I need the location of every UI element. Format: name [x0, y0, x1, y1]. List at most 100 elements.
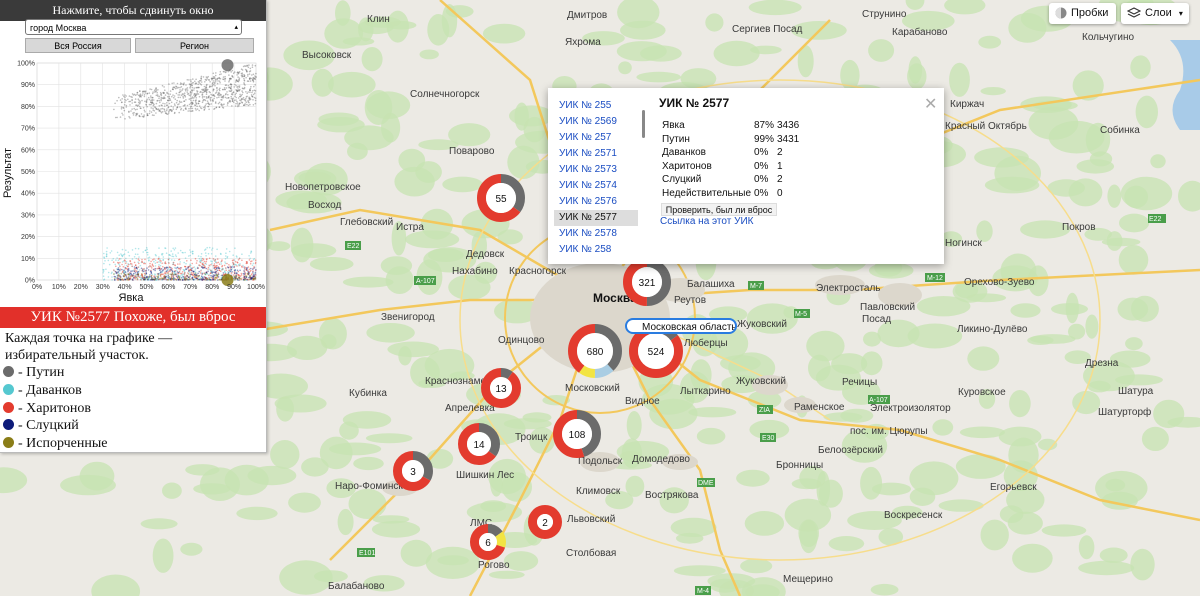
scatter-point [152, 265, 155, 267]
scatter-point [214, 277, 216, 280]
scatter-point [238, 276, 240, 278]
scatter-point [190, 80, 192, 83]
scatter-point [166, 91, 168, 94]
uik-list-item[interactable]: УИК № 2573 [554, 162, 638, 178]
cluster-marker[interactable]: 108 [553, 410, 601, 458]
svg-text:Домодедово: Домодедово [632, 454, 690, 465]
scatter-point [254, 99, 257, 102]
uik-list-item-selected[interactable]: УИК № 2577 [554, 210, 638, 226]
scatter-point [241, 253, 243, 255]
scatter-point [170, 276, 173, 278]
check-fraud-button[interactable]: Проверить, был ли вброс [661, 203, 777, 216]
scatter-point [212, 258, 215, 260]
scatter-point [167, 258, 170, 261]
x-tick-label: 90% [227, 284, 241, 291]
scatter-point [239, 263, 241, 265]
scatter-point [107, 276, 110, 278]
scatter-point [220, 104, 223, 107]
tab-all-russia[interactable]: Вся Россия [25, 38, 131, 53]
scatter-point [212, 72, 215, 75]
uik-list-item[interactable]: УИК № 2574 [554, 178, 638, 194]
scatter-point [157, 258, 160, 260]
cluster-marker[interactable]: 14 [458, 423, 500, 465]
scatter-point [159, 101, 161, 104]
forest-patch [1008, 13, 1047, 43]
cluster-marker[interactable]: 680 [568, 324, 622, 378]
scatter-point [183, 94, 186, 96]
scatter-point [132, 114, 135, 116]
cluster-marker[interactable]: 524 [629, 324, 683, 378]
scatter-point [247, 266, 250, 268]
close-icon[interactable]: ✕ [924, 94, 937, 114]
region-pin-label[interactable]: Московская область [625, 318, 737, 334]
scatter-point [214, 92, 217, 94]
uik-list-item[interactable]: УИК № 2571 [554, 146, 638, 162]
scatter-point [121, 112, 123, 115]
layers-button[interactable]: Слои ▾ [1121, 3, 1189, 24]
scatter-point [116, 268, 119, 271]
forest-patch [366, 323, 415, 343]
scatter-point [205, 267, 208, 270]
scatter-point [234, 93, 237, 96]
scatter-point [140, 96, 142, 98]
scatter-point [248, 259, 251, 261]
scatter-point [159, 264, 162, 267]
scatter-point [191, 86, 194, 89]
svg-text:Солнечногорск: Солнечногорск [410, 89, 480, 100]
cluster-marker[interactable]: 2 [528, 505, 562, 539]
uik-list-item[interactable]: УИК № 2576 [554, 194, 638, 210]
uik-list-item[interactable]: УИК № 2578 [554, 226, 638, 242]
scatter-point [243, 273, 245, 276]
scatter-point [221, 259, 223, 261]
scatter-point [183, 261, 185, 264]
tab-region[interactable]: Регион [135, 38, 254, 53]
uik-list-item[interactable]: УИК № 2569 [554, 114, 638, 130]
scatter-point [132, 112, 134, 114]
scatter-point [247, 73, 249, 76]
scatter-point [196, 260, 198, 262]
scatter-point [175, 279, 178, 281]
scatter-point [173, 259, 176, 262]
scatter-point [161, 269, 164, 272]
scatter-point [249, 67, 252, 70]
scatter-point [238, 78, 240, 81]
scatter-point [135, 257, 138, 260]
scatter-point [241, 69, 244, 71]
cluster-marker[interactable]: 3 [393, 451, 433, 491]
svg-text:Электроизолятор: Электроизолятор [870, 403, 951, 414]
scatter-point [214, 255, 217, 257]
scatter-point [170, 250, 172, 252]
cluster-marker[interactable]: 6 [470, 524, 506, 560]
scatter-point [142, 106, 145, 109]
traffic-button[interactable]: Пробки [1049, 3, 1116, 24]
cluster-marker[interactable]: 13 [481, 368, 521, 408]
scatter-point [150, 107, 152, 109]
scatter-point [151, 99, 154, 101]
panel-drag-header[interactable]: Нажмите, чтобы сдвинуть окно [0, 0, 266, 21]
scatter-point [197, 86, 200, 89]
uik-permalink[interactable]: Ссылка на этот УИК [660, 216, 753, 227]
list-scrollbar[interactable] [642, 110, 645, 138]
scatter-point [249, 80, 252, 82]
scatter-point [152, 278, 154, 281]
scatter-point [191, 84, 193, 87]
scatter-point [213, 263, 216, 265]
scatter-point [159, 261, 162, 264]
uik-list-item[interactable]: УИК № 258 [554, 242, 638, 258]
cluster-marker[interactable]: 55 [477, 174, 525, 222]
uik-list-item[interactable]: УИК № 257 [554, 130, 638, 146]
scatter-point [175, 108, 178, 111]
scatter-point [140, 113, 143, 115]
scatter-point [190, 79, 192, 81]
scatter-point [198, 270, 200, 273]
scatter-point [157, 272, 160, 275]
scatter-point [207, 252, 210, 255]
scatter-point [231, 75, 234, 77]
uik-list-item[interactable]: УИК № 255 [554, 98, 638, 114]
scatter-point [209, 81, 211, 83]
scatter-point [133, 270, 136, 272]
forest-patch [1119, 213, 1150, 233]
region-select[interactable]: город Москва ▴ [25, 19, 242, 35]
cluster-marker[interactable]: 321 [623, 258, 671, 306]
svg-text:M-4: M-4 [697, 588, 709, 595]
